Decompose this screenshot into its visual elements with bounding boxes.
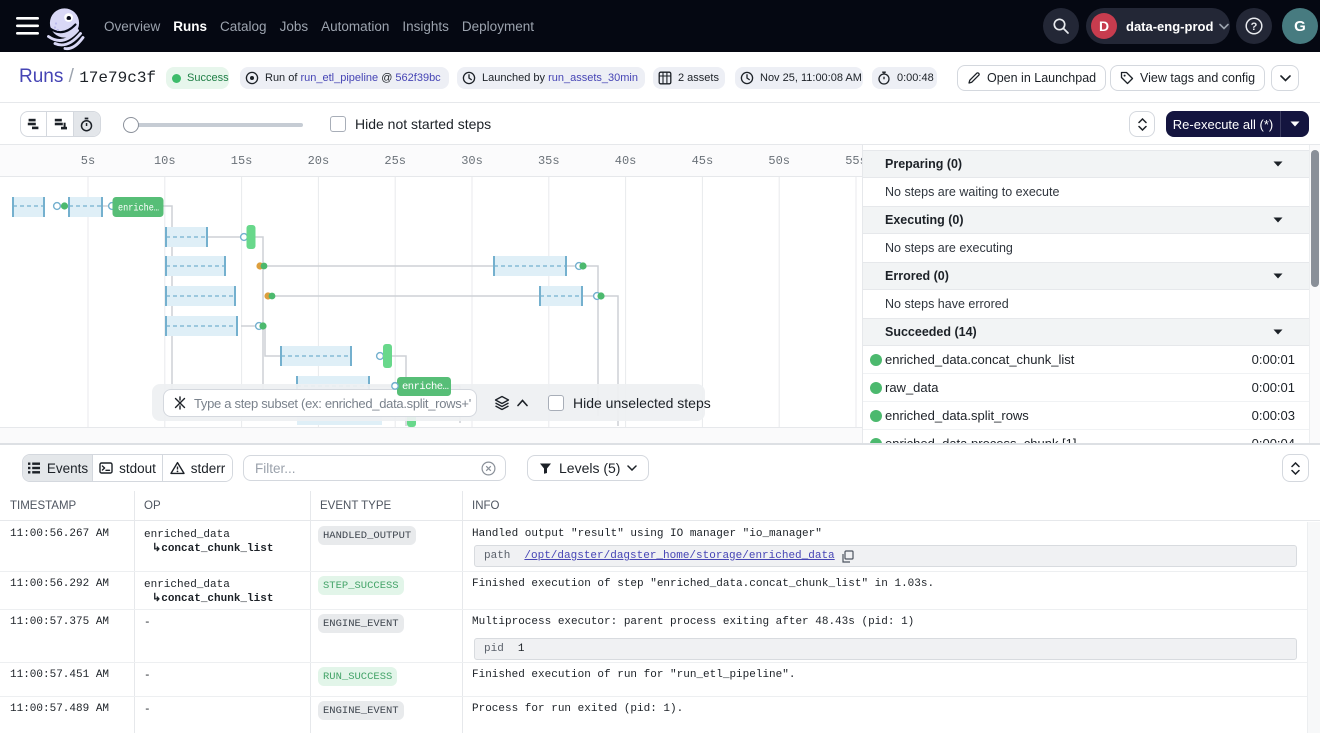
svg-text:25s: 25s [384, 154, 406, 168]
svg-text:45s: 45s [692, 154, 714, 168]
svg-text:35s: 35s [538, 154, 560, 168]
svg-text:30s: 30s [461, 154, 483, 168]
svg-text:20s: 20s [308, 154, 330, 168]
svg-text:15s: 15s [231, 154, 253, 168]
svg-text:enriche…: enriche… [118, 203, 159, 215]
svg-text:55s: 55s [845, 154, 862, 168]
svg-text:10s: 10s [154, 154, 176, 168]
svg-text:?: ? [1251, 21, 1258, 33]
svg-text:40s: 40s [615, 154, 637, 168]
svg-text:5s: 5s [81, 154, 95, 168]
svg-text:50s: 50s [768, 154, 790, 168]
